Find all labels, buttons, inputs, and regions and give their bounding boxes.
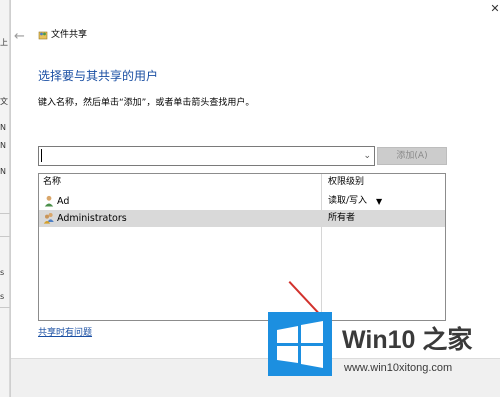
table-row[interactable]: Administrators 所有者 — [39, 210, 445, 227]
background-text: s — [0, 268, 5, 277]
add-button[interactable]: 添加(A) — [377, 147, 447, 165]
user-name: Ad — [57, 196, 70, 207]
column-header-permission[interactable]: 权限级别 — [328, 174, 364, 191]
file-sharing-icon — [38, 31, 48, 40]
back-arrow-icon[interactable]: ← — [14, 30, 25, 44]
user-icon — [44, 195, 54, 207]
table-row[interactable]: Ad 读取/写入 ▼ — [39, 193, 445, 210]
chevron-down-icon[interactable]: ⌄ — [363, 149, 371, 163]
instruction-text: 键入名称，然后单击“添加”，或者单击箭头查找用户。 — [38, 98, 255, 108]
close-button[interactable]: ✕ — [487, 1, 500, 17]
user-name-combobox[interactable]: ⌄ — [38, 146, 375, 166]
background-text: N — [0, 141, 6, 150]
divider — [0, 213, 10, 214]
background-text: s — [0, 292, 5, 301]
page-heading: 选择要与其共享的用户 — [38, 69, 159, 83]
background-text: 文 — [0, 97, 8, 106]
watermark-url: www.win10xitong.com — [344, 362, 453, 374]
divider — [0, 236, 10, 237]
background-window: 上 文 N N N s s — [0, 0, 10, 397]
column-header-name[interactable]: 名称 — [43, 174, 61, 191]
background-text: N — [0, 123, 6, 132]
permission-level[interactable]: 读取/写入 — [328, 193, 367, 210]
sharing-help-link[interactable]: 共享时有问题 — [38, 328, 92, 339]
divider — [0, 307, 10, 308]
dialog-title: 文件共享 — [51, 30, 88, 40]
text-caret — [41, 149, 42, 162]
windows-logo-icon — [268, 312, 332, 376]
permission-dropdown-icon[interactable]: ▼ — [376, 193, 382, 210]
permission-level: 所有者 — [328, 213, 356, 223]
background-text: N — [0, 167, 6, 176]
user-name: Administrators — [57, 213, 127, 224]
watermark-brand: Win10 之家 — [342, 326, 473, 354]
background-text: 上 — [0, 38, 8, 47]
user-group-icon — [43, 213, 54, 224]
sharing-user-list[interactable]: 名称 权限级别 Ad 读取/写入 ▼ Administrators 所有者 — [38, 173, 446, 322]
